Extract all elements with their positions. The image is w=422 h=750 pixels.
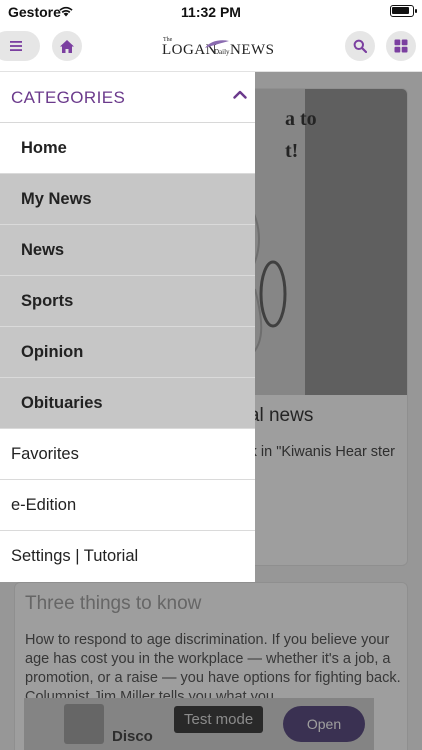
chevron-up-icon xyxy=(233,90,247,99)
search-icon xyxy=(353,39,367,53)
menu-button[interactable] xyxy=(0,31,40,61)
sections-grid-button[interactable] xyxy=(386,31,416,61)
category-label: Home xyxy=(21,139,67,157)
category-item-obituaries[interactable]: Obituaries xyxy=(0,378,255,429)
battery-fill xyxy=(392,7,409,14)
category-label: Opinion xyxy=(21,343,84,361)
category-label: Obituaries xyxy=(21,394,103,412)
category-item-home[interactable]: Home xyxy=(0,123,255,174)
nav-label: e-Edition xyxy=(11,496,77,514)
category-item-news[interactable]: News xyxy=(0,225,255,276)
clock: 11:32 PM xyxy=(181,4,241,20)
grid-icon xyxy=(394,39,408,53)
category-label: My News xyxy=(21,190,92,208)
category-item-sports[interactable]: Sports xyxy=(0,276,255,327)
category-item-my-news[interactable]: My News xyxy=(0,174,255,225)
nav-item-e-edition[interactable]: e-Edition xyxy=(0,480,255,531)
app-header: The LOGAN Daily NEWS xyxy=(0,24,422,72)
nav-label: Settings | Tutorial xyxy=(11,547,139,565)
nav-item-settings-tutorial[interactable]: Settings | Tutorial xyxy=(0,531,255,582)
logo-daily: Daily xyxy=(214,48,230,56)
home-icon xyxy=(60,39,74,53)
category-label: News xyxy=(21,241,65,259)
categories-header[interactable]: CATEGORIES xyxy=(0,72,255,123)
newspaper-logo: The LOGAN Daily NEWS xyxy=(160,37,274,59)
logo-news: NEWS xyxy=(230,42,275,58)
nav-label: Favorites xyxy=(11,445,79,463)
nav-item-favorites[interactable]: Favorites xyxy=(0,429,255,480)
hamburger-icon xyxy=(10,41,22,51)
battery-icon xyxy=(390,5,417,17)
category-label: Sports xyxy=(21,292,74,310)
navigation-drawer: CATEGORIES Home My News News Sports Opin… xyxy=(0,72,255,582)
categories-label: CATEGORIES xyxy=(11,88,126,107)
status-bar: Gestore 11:32 PM xyxy=(0,0,422,24)
search-button[interactable] xyxy=(345,31,375,61)
category-item-opinion[interactable]: Opinion xyxy=(0,327,255,378)
home-button[interactable] xyxy=(52,31,82,61)
